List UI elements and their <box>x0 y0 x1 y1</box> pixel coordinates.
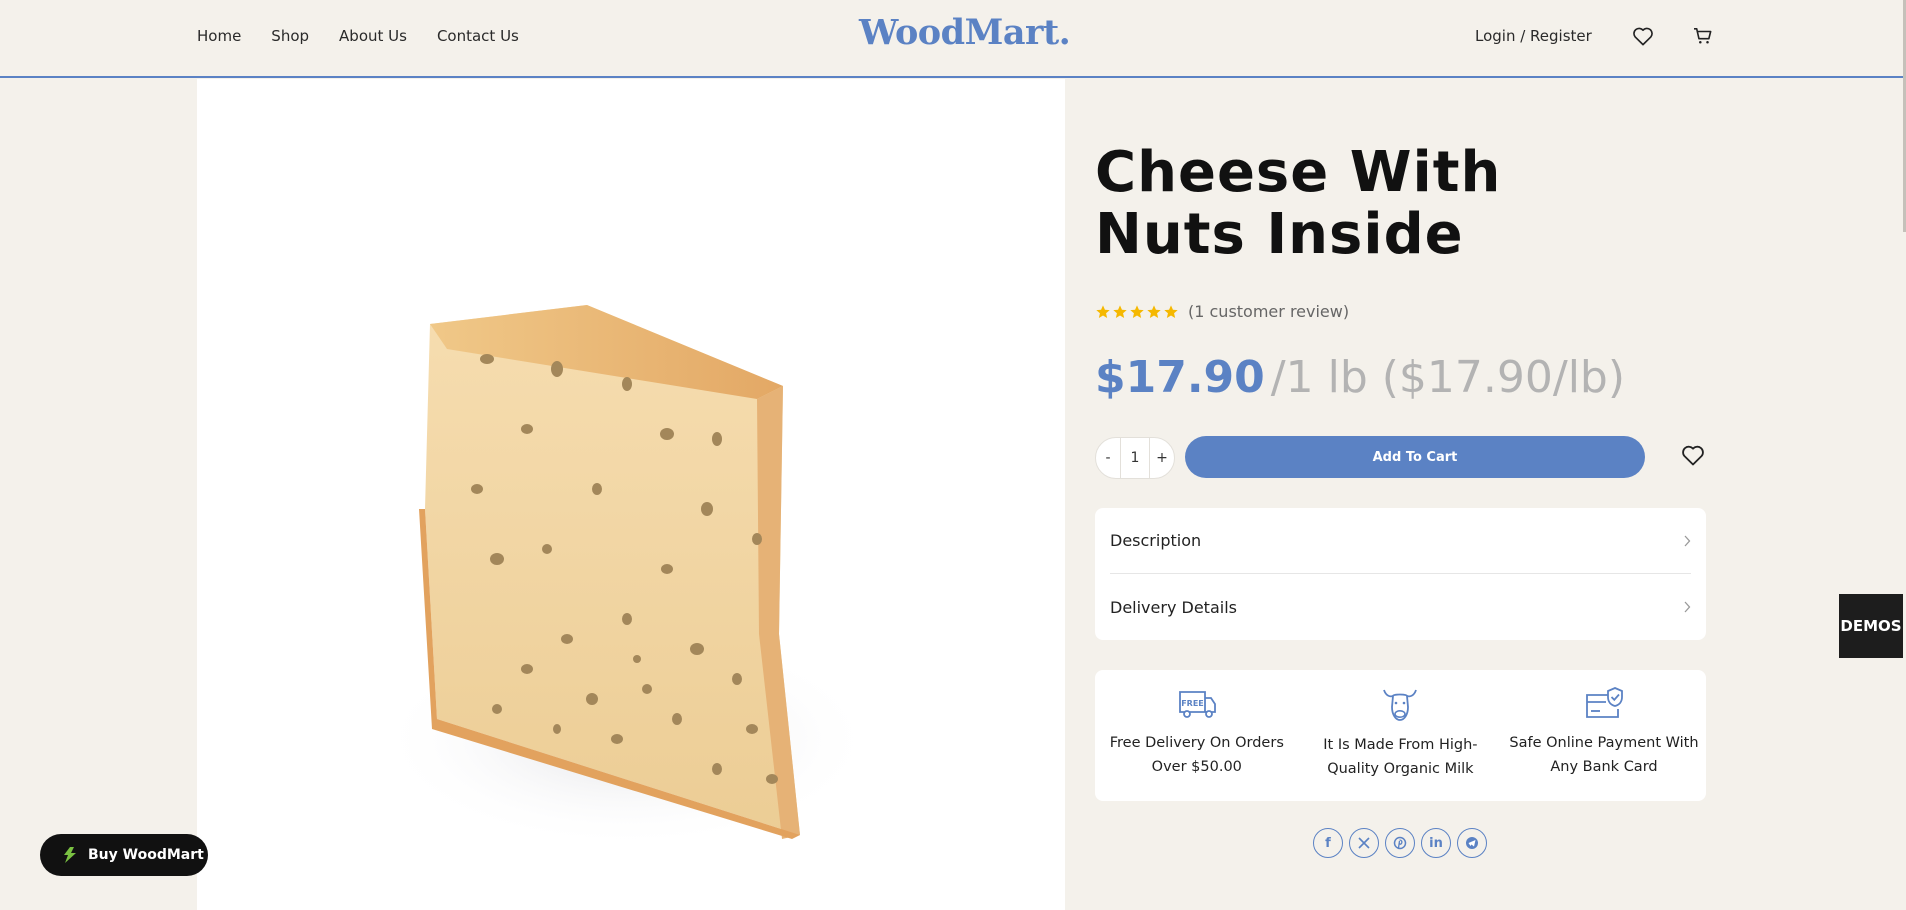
product-features: FREE Free Delivery On Orders Over $50.00… <box>1095 670 1706 801</box>
cheese-wedge-image <box>377 305 877 849</box>
feature-free-delivery: FREE Free Delivery On Orders Over $50.00 <box>1095 670 1299 801</box>
quantity-stepper: - 1 + <box>1095 437 1175 479</box>
buy-woodmart-button[interactable]: Buy WoodMart <box>40 834 208 876</box>
accordion-label: Delivery Details <box>1110 597 1237 617</box>
nav-shop[interactable]: Shop <box>271 24 309 48</box>
linkedin-icon[interactable]: in <box>1421 828 1451 858</box>
star-icon <box>1147 304 1161 318</box>
feature-text: Safe Online Payment With Any Bank Card <box>1509 735 1699 775</box>
accordion-label: Description <box>1110 531 1202 550</box>
telegram-icon[interactable] <box>1457 828 1487 858</box>
wishlist-heart-icon[interactable] <box>1629 22 1657 50</box>
facebook-icon[interactable]: f <box>1313 828 1343 858</box>
svg-text:FREE: FREE <box>1181 699 1204 708</box>
qty-minus-button[interactable]: - <box>1096 450 1120 466</box>
add-to-cart-button[interactable]: Add To Cart <box>1185 436 1645 478</box>
feature-safe-payment: Safe Online Payment With Any Bank Card <box>1502 670 1706 801</box>
cow-icon <box>1383 689 1418 721</box>
demos-button[interactable]: DEMOS <box>1839 594 1903 658</box>
nav-home[interactable]: Home <box>197 24 241 48</box>
nav-contact-us[interactable]: Contact Us <box>437 24 519 48</box>
product-image-panel[interactable] <box>197 79 1065 910</box>
buy-woodmart-label: Buy WoodMart <box>88 847 204 863</box>
qty-plus-button[interactable]: + <box>1150 450 1174 466</box>
secure-payment-icon <box>1586 687 1623 718</box>
site-header: Home Shop About Us Contact Us WoodMart. … <box>0 0 1906 78</box>
feature-text: Free Delivery On Orders Over $50.00 <box>1109 735 1284 775</box>
review-count-link[interactable]: (1 customer review) <box>1188 302 1349 321</box>
header-actions: Login / Register <box>1475 22 1717 50</box>
accordion-delivery-details[interactable]: Delivery Details <box>1110 574 1691 640</box>
main-nav: Home Shop About Us Contact Us <box>197 24 549 48</box>
price-amount: $17.90 <box>1095 352 1265 403</box>
star-icon <box>1130 304 1144 318</box>
qty-input[interactable]: 1 <box>1120 438 1150 478</box>
star-icon <box>1096 304 1110 318</box>
chevron-right-icon <box>1684 535 1691 546</box>
accordion-description[interactable]: Description <box>1110 508 1691 574</box>
site-logo[interactable]: WoodMart. <box>859 12 1071 53</box>
leaf-icon <box>62 846 78 864</box>
star-icon <box>1113 304 1127 318</box>
product-rating: (1 customer review) <box>1095 302 1349 321</box>
pinterest-icon[interactable] <box>1385 828 1415 858</box>
free-delivery-truck-icon: FREE <box>1178 691 1216 718</box>
cart-icon[interactable] <box>1689 22 1717 50</box>
add-to-wishlist-heart-icon[interactable] <box>1681 444 1705 470</box>
feature-organic-milk: It Is Made From High-Quality Organic Mil… <box>1299 670 1503 801</box>
product-title: Cheese With Nuts Inside <box>1095 140 1502 267</box>
social-share: f in <box>1313 828 1487 858</box>
rating-stars <box>1095 304 1179 320</box>
nav-about-us[interactable]: About Us <box>339 24 407 48</box>
login-register-link[interactable]: Login / Register <box>1475 22 1592 50</box>
price-unit: /1 lb ($17.90/lb) <box>1270 352 1626 403</box>
product-accordion: Description Delivery Details <box>1095 508 1706 640</box>
star-icon <box>1164 304 1178 318</box>
chevron-right-icon <box>1684 601 1691 613</box>
product-price: $17.90 /1 lb ($17.90/lb) <box>1095 352 1625 403</box>
feature-text: It Is Made From High-Quality Organic Mil… <box>1323 737 1478 777</box>
x-icon[interactable] <box>1349 828 1379 858</box>
